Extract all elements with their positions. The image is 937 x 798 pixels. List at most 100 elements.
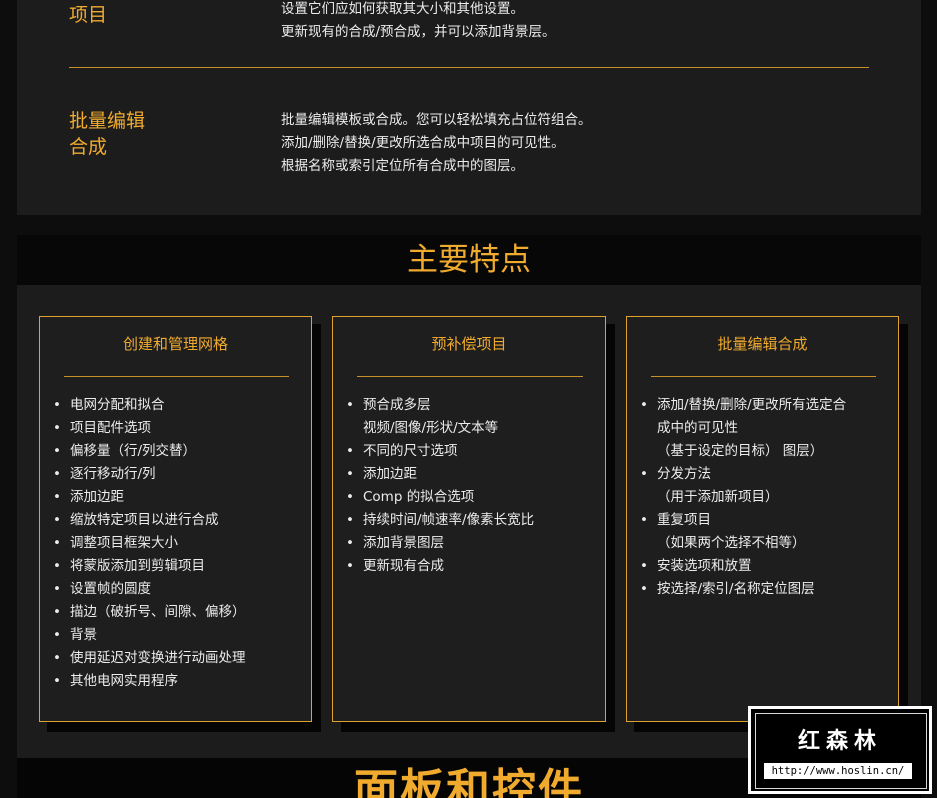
card-divider [357, 376, 583, 377]
bullet-icon: • [53, 673, 61, 689]
bullet-icon: • [53, 489, 61, 505]
card-title: 批量编辑合成 [717, 335, 808, 353]
row-title-project: 项目 [69, 4, 108, 26]
feature-item-text: 更新现有合成 [363, 558, 444, 574]
bullet-icon: • [53, 627, 61, 643]
bullet-icon: • [640, 558, 648, 574]
feature-item-text: 预合成多层 [363, 397, 431, 413]
bullet-icon: • [640, 581, 648, 597]
feature-item-text: 偏移量（行/列交替） [70, 443, 197, 459]
feature-item-text: 将蒙版添加到剪辑项目 [70, 558, 205, 574]
bullet-icon: • [53, 420, 61, 436]
card-divider [64, 376, 289, 377]
bullet-icon: • [53, 512, 61, 528]
feature-item: • 偏移量（行/列交替） [53, 440, 246, 463]
feature-item: • 重复项目 （如果两个选择不相等） [640, 509, 846, 555]
bullet-icon: • [346, 397, 354, 413]
bullet-icon: • [640, 512, 648, 528]
feature-item-text: （用于添加新项目） [657, 489, 779, 505]
desc-line: 批量编辑模板或合成。您可以轻松填充占位符组合。 [281, 112, 592, 128]
title-line: 批量编辑 [69, 110, 146, 132]
title-line: 合成 [69, 136, 108, 158]
feature-card-grid: 创建和管理网格 • 电网分配和拟合 • 项目配件选项 • 偏移量（行/列交替） • 逐行移动行… [39, 316, 312, 722]
feature-item-text: 电网分配和拟合 [70, 397, 165, 413]
features-heading: 主要特点 [407, 242, 531, 278]
desc-line: 添加/删除/替换/更改所选合成中项目的可见性。 [281, 135, 565, 151]
feature-item: • 缩放特定项目以进行合成 [53, 509, 246, 532]
feature-item: • 项目配件选项 [53, 417, 246, 440]
bullet-icon: • [53, 650, 61, 666]
feature-item: • 添加边距 [346, 463, 534, 486]
card-title: 预补偿项目 [431, 335, 507, 353]
watermark-logo: 红森林 http://www.hoslin.cn/ [748, 706, 932, 794]
bullet-icon: • [53, 397, 61, 413]
feature-item-text: Comp 的拟合选项 [363, 489, 475, 505]
feature-card-batch-edit: 批量编辑合成 • 添加/替换/删除/更改所有选定合 成中的可见性 （基于设定的目标） … [626, 316, 899, 722]
feature-item-text: 视频/图像/形状/文本等 [363, 420, 499, 436]
top-panel: 项目 设置它们应如何获取其大小和其他设置。 更新现有的合成/预合成，并可以添加背… [17, 0, 921, 215]
feature-item: • 预合成多层视频/图像/形状/文本等 [346, 394, 534, 440]
row-title-batch-edit: 批量编辑 合成 [69, 108, 145, 160]
feature-item-text: 使用延迟对变换进行动画处理 [70, 650, 246, 666]
feature-item-text: 描边（破折号、间隙、偏移） [70, 604, 246, 620]
feature-item-text: 设置帧的圆度 [70, 581, 151, 597]
feature-item-text: 添加背景图层 [363, 535, 444, 551]
feature-item: • 分发方法 （用于添加新项目） [640, 463, 846, 509]
feature-item: • Comp 的拟合选项 [346, 486, 534, 509]
bullet-icon: • [640, 397, 648, 413]
card-title: 创建和管理网格 [122, 335, 228, 353]
desc-line: 更新现有的合成/预合成，并可以添加背景层。 [281, 24, 556, 40]
feature-item-text: 逐行移动行/列 [70, 466, 156, 482]
feature-item-text: （基于设定的目标） 图层） [657, 443, 824, 459]
feature-item: • 其他电网实用程序 [53, 670, 246, 693]
feature-item-text: 缩放特定项目以进行合成 [70, 512, 219, 528]
bullet-icon: • [346, 558, 354, 574]
section-divider [69, 67, 869, 68]
desc-line: 根据名称或索引定位所有合成中的图层。 [281, 158, 524, 174]
feature-item-text: 项目配件选项 [70, 420, 151, 436]
feature-item: • 安装选项和放置 [640, 555, 846, 578]
feature-card-precomp: 预补偿项目 • 预合成多层 视频/图像/形状/文本等 • 不同的尺寸选项 • 添加边距 • Co… [332, 316, 606, 722]
feature-item-text: 成中的可见性 [657, 420, 738, 436]
feature-item-text: 重复项目 [657, 512, 711, 528]
feature-item: • 更新现有合成 [346, 555, 534, 578]
feature-item: • 添加边距 [53, 486, 246, 509]
feature-item: • 调整项目框架大小 [53, 532, 246, 555]
feature-item: • 按选择/索引/名称定位图层 [640, 578, 846, 601]
bullet-icon: • [640, 466, 648, 482]
feature-item: • 添加背景图层 [346, 532, 534, 555]
card-divider [651, 376, 876, 377]
feature-item: • 设置帧的圆度 [53, 578, 246, 601]
feature-item-text: 持续时间/帧速率/像素长宽比 [363, 512, 535, 528]
bullet-icon: • [346, 489, 354, 505]
feature-item-text: 调整项目框架大小 [70, 535, 178, 551]
feature-item-text: （如果两个选择不相等） [657, 535, 806, 551]
feature-item-text: 背景 [70, 627, 97, 643]
feature-list: • 电网分配和拟合 • 项目配件选项 • 偏移量（行/列交替） • 逐行移动行/列 • 添加边距 •… [40, 394, 246, 693]
bullet-icon: • [346, 512, 354, 528]
row-desc-batch-edit: 批量编辑模板或合成。您可以轻松填充占位符组合。 添加/删除/替换/更改所选合成中… [281, 109, 592, 178]
features-band: 主要特点 [17, 235, 921, 285]
feature-item-text: 不同的尺寸选项 [363, 443, 458, 459]
feature-item-text: 添加边距 [363, 466, 417, 482]
bullet-icon: • [53, 443, 61, 459]
bullet-icon: • [53, 535, 61, 551]
feature-list: • 添加/替换/删除/更改所有选定合 成中的可见性 （基于设定的目标） 图层） • 分发方… [627, 394, 846, 601]
feature-item-text: 添加/替换/删除/更改所有选定合 [657, 397, 847, 413]
feature-list: • 预合成多层 视频/图像/形状/文本等 • 不同的尺寸选项 • 添加边距 • Comp 的拟合… [333, 394, 534, 578]
feature-item: • 添加/替换/删除/更改所有选定合 成中的可见性 （基于设定的目标） 图层） [640, 394, 847, 463]
bullet-icon: • [346, 535, 354, 551]
watermark-title: 红森林 [797, 729, 882, 754]
watermark-url: http://www.hoslin.cn/ [764, 763, 912, 779]
row-desc-project: 设置它们应如何获取其大小和其他设置。 更新现有的合成/预合成，并可以添加背景层。 [281, 0, 556, 44]
feature-item: • 描边（破折号、间隙、偏移） [53, 601, 246, 624]
feature-item-text: 其他电网实用程序 [70, 673, 178, 689]
feature-item-text: 添加边距 [70, 489, 124, 505]
bullet-icon: • [346, 443, 354, 459]
feature-item: • 不同的尺寸选项 [346, 440, 534, 463]
bullet-icon: • [53, 604, 61, 620]
bullet-icon: • [53, 581, 61, 597]
feature-item: • 电网分配和拟合 [53, 394, 246, 417]
bullet-icon: • [53, 558, 61, 574]
feature-item: • 背景 [53, 624, 246, 647]
